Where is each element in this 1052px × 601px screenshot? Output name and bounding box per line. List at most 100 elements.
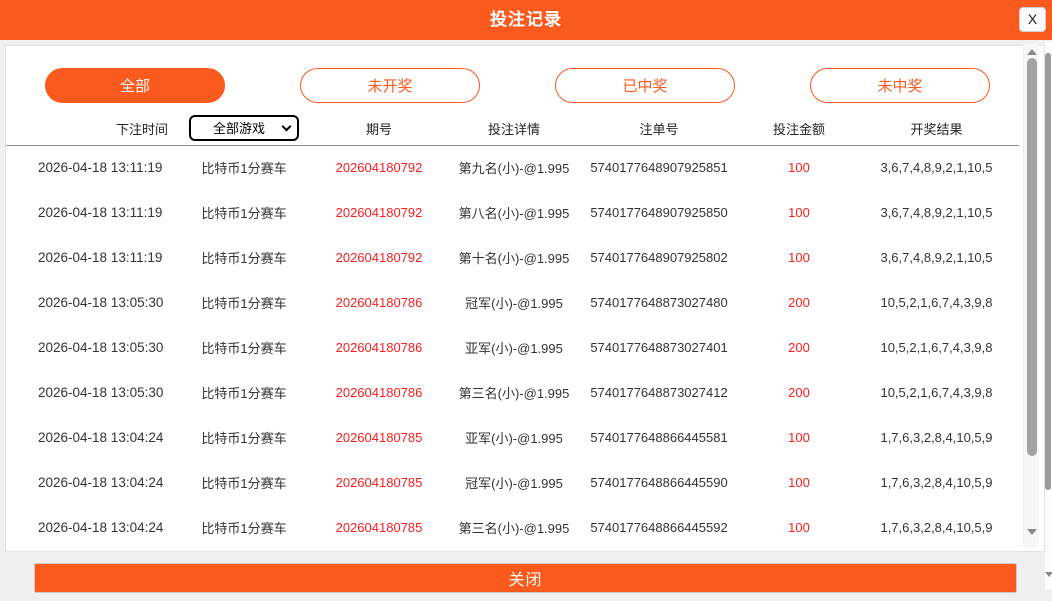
filter-all-button[interactable]: 全部 xyxy=(45,68,225,103)
cell-amount: 100 xyxy=(744,145,854,190)
cell-game: 比特币1分赛车 xyxy=(184,505,304,550)
cell-order: 5740177648873027480 xyxy=(574,280,744,325)
cell-period: 202604180785 xyxy=(304,415,454,460)
table-row: 2026-04-18 13:05:30 比特币1分赛车 202604180786… xyxy=(6,370,1019,415)
cell-order: 5740177648907925850 xyxy=(574,190,744,235)
page-scrollbar[interactable] xyxy=(1045,41,1052,589)
table-row: 2026-04-18 13:04:24 比特币1分赛车 202604180785… xyxy=(6,460,1019,505)
bet-records-panel: 全部 未开奖 已中奖 未中奖 下注时间 全部游戏 期号 xyxy=(5,45,1045,552)
cell-details: 亚军(小)-@1.995 xyxy=(454,325,574,370)
cell-bet-time: 2026-04-18 13:11:19 xyxy=(6,190,184,235)
cell-bet-time: 2026-04-18 13:05:30 xyxy=(6,325,184,370)
table-row: 2026-04-18 13:04:24 比特币1分赛车 202604180785… xyxy=(6,505,1019,550)
cell-order: 5740177648907925802 xyxy=(574,235,744,280)
cell-details: 冠军(小)-@1.995 xyxy=(454,460,574,505)
cell-result: 3,6,7,4,8,9,2,1,10,5 xyxy=(854,235,1019,280)
cell-game: 比特币1分赛车 xyxy=(184,280,304,325)
page-scrollbar-thumb[interactable] xyxy=(1045,53,1051,490)
cell-amount: 200 xyxy=(744,325,854,370)
cell-order: 5740177648866445592 xyxy=(574,505,744,550)
cell-game: 比特币1分赛车 xyxy=(184,145,304,190)
cell-result: 3,6,7,4,8,9,2,1,10,5 xyxy=(854,145,1019,190)
cell-details: 亚军(小)-@1.995 xyxy=(454,415,574,460)
cell-details: 第八名(小)-@1.995 xyxy=(454,190,574,235)
cell-period: 202604180792 xyxy=(304,235,454,280)
cell-period: 202604180785 xyxy=(304,460,454,505)
table-body: 2026-04-18 13:11:19 比特币1分赛车 202604180792… xyxy=(6,145,1019,550)
column-header-amount: 投注金额 xyxy=(744,112,854,145)
cell-period: 202604180786 xyxy=(304,370,454,415)
cell-details: 冠军(小)-@1.995 xyxy=(454,280,574,325)
column-header-order: 注单号 xyxy=(574,112,744,145)
cell-details: 第十名(小)-@1.995 xyxy=(454,235,574,280)
filter-not-won-button[interactable]: 未中奖 xyxy=(810,68,990,103)
cell-order: 5740177648866445581 xyxy=(574,415,744,460)
cell-order: 5740177648873027401 xyxy=(574,325,744,370)
cell-result: 1,7,6,3,2,8,4,10,5,9 xyxy=(854,460,1019,505)
scrollbar-thumb[interactable] xyxy=(1027,58,1037,456)
cell-order: 5740177648907925851 xyxy=(574,145,744,190)
column-header-period: 期号 xyxy=(304,112,454,145)
table-row: 2026-04-18 13:11:19 比特币1分赛车 202604180792… xyxy=(6,190,1019,235)
cell-bet-time: 2026-04-18 13:05:30 xyxy=(6,370,184,415)
cell-game: 比特币1分赛车 xyxy=(184,460,304,505)
column-header-bet-time: 下注时间 xyxy=(6,112,184,145)
cell-period: 202604180792 xyxy=(304,145,454,190)
table-row: 2026-04-18 13:04:24 比特币1分赛车 202604180785… xyxy=(6,415,1019,460)
table-row: 2026-04-18 13:11:19 比特币1分赛车 202604180792… xyxy=(6,145,1019,190)
cell-result: 10,5,2,1,6,7,4,3,9,8 xyxy=(854,370,1019,415)
cell-result: 1,7,6,3,2,8,4,10,5,9 xyxy=(854,505,1019,550)
cell-game: 比特币1分赛车 xyxy=(184,235,304,280)
close-button[interactable]: 关闭 xyxy=(34,563,1017,593)
cell-period: 202604180792 xyxy=(304,190,454,235)
cell-bet-time: 2026-04-18 13:04:24 xyxy=(6,460,184,505)
cell-result: 10,5,2,1,6,7,4,3,9,8 xyxy=(854,325,1019,370)
cell-game: 比特币1分赛车 xyxy=(184,415,304,460)
page-scroll-down-icon[interactable] xyxy=(1045,572,1052,577)
cell-amount: 100 xyxy=(744,505,854,550)
filter-tabs: 全部 未开奖 已中奖 未中奖 xyxy=(45,68,990,103)
cell-result: 3,6,7,4,8,9,2,1,10,5 xyxy=(854,190,1019,235)
cell-amount: 200 xyxy=(744,280,854,325)
table-header-row: 下注时间 全部游戏 期号 投注详情 注单号 投注金额 开奖结果 xyxy=(6,112,1019,145)
records-table: 下注时间 全部游戏 期号 投注详情 注单号 投注金额 开奖结果 2026-04-… xyxy=(6,112,1019,550)
cell-game: 比特币1分赛车 xyxy=(184,325,304,370)
table-row: 2026-04-18 13:11:19 比特币1分赛车 202604180792… xyxy=(6,235,1019,280)
game-filter-select[interactable]: 全部游戏 xyxy=(189,115,299,141)
cell-order: 5740177648866445590 xyxy=(574,460,744,505)
cell-amount: 200 xyxy=(744,370,854,415)
close-x-button[interactable]: X xyxy=(1019,7,1046,32)
titlebar: 投注记录 X xyxy=(0,0,1052,40)
cell-bet-time: 2026-04-18 13:04:24 xyxy=(6,415,184,460)
cell-result: 1,7,6,3,2,8,4,10,5,9 xyxy=(854,415,1019,460)
table-row: 2026-04-18 13:05:30 比特币1分赛车 202604180786… xyxy=(6,280,1019,325)
game-filter: 全部游戏 xyxy=(189,115,299,141)
cell-period: 202604180786 xyxy=(304,280,454,325)
cell-amount: 100 xyxy=(744,235,854,280)
cell-amount: 100 xyxy=(744,415,854,460)
cell-bet-time: 2026-04-18 13:04:24 xyxy=(6,505,184,550)
filter-not-drawn-button[interactable]: 未开奖 xyxy=(300,68,480,103)
column-header-result: 开奖结果 xyxy=(854,112,1019,145)
column-header-details: 投注详情 xyxy=(454,112,574,145)
cell-game: 比特币1分赛车 xyxy=(184,190,304,235)
cell-order: 5740177648873027412 xyxy=(574,370,744,415)
dialog-title: 投注记录 xyxy=(0,0,1052,40)
cell-game: 比特币1分赛车 xyxy=(184,370,304,415)
column-header-game: 全部游戏 xyxy=(184,112,304,145)
scroll-down-icon[interactable] xyxy=(1027,529,1037,535)
table-row: 2026-04-18 13:05:30 比特币1分赛车 202604180786… xyxy=(6,325,1019,370)
cell-details: 第九名(小)-@1.995 xyxy=(454,145,574,190)
cell-period: 202604180785 xyxy=(304,505,454,550)
cell-bet-time: 2026-04-18 13:05:30 xyxy=(6,280,184,325)
cell-amount: 100 xyxy=(744,190,854,235)
vertical-scrollbar[interactable] xyxy=(1023,44,1039,547)
cell-details: 第三名(小)-@1.995 xyxy=(454,505,574,550)
filter-won-button[interactable]: 已中奖 xyxy=(555,68,735,103)
cell-result: 10,5,2,1,6,7,4,3,9,8 xyxy=(854,280,1019,325)
cell-amount: 100 xyxy=(744,460,854,505)
cell-bet-time: 2026-04-18 13:11:19 xyxy=(6,145,184,190)
cell-period: 202604180786 xyxy=(304,325,454,370)
scroll-up-icon[interactable] xyxy=(1027,49,1037,55)
cell-bet-time: 2026-04-18 13:11:19 xyxy=(6,235,184,280)
